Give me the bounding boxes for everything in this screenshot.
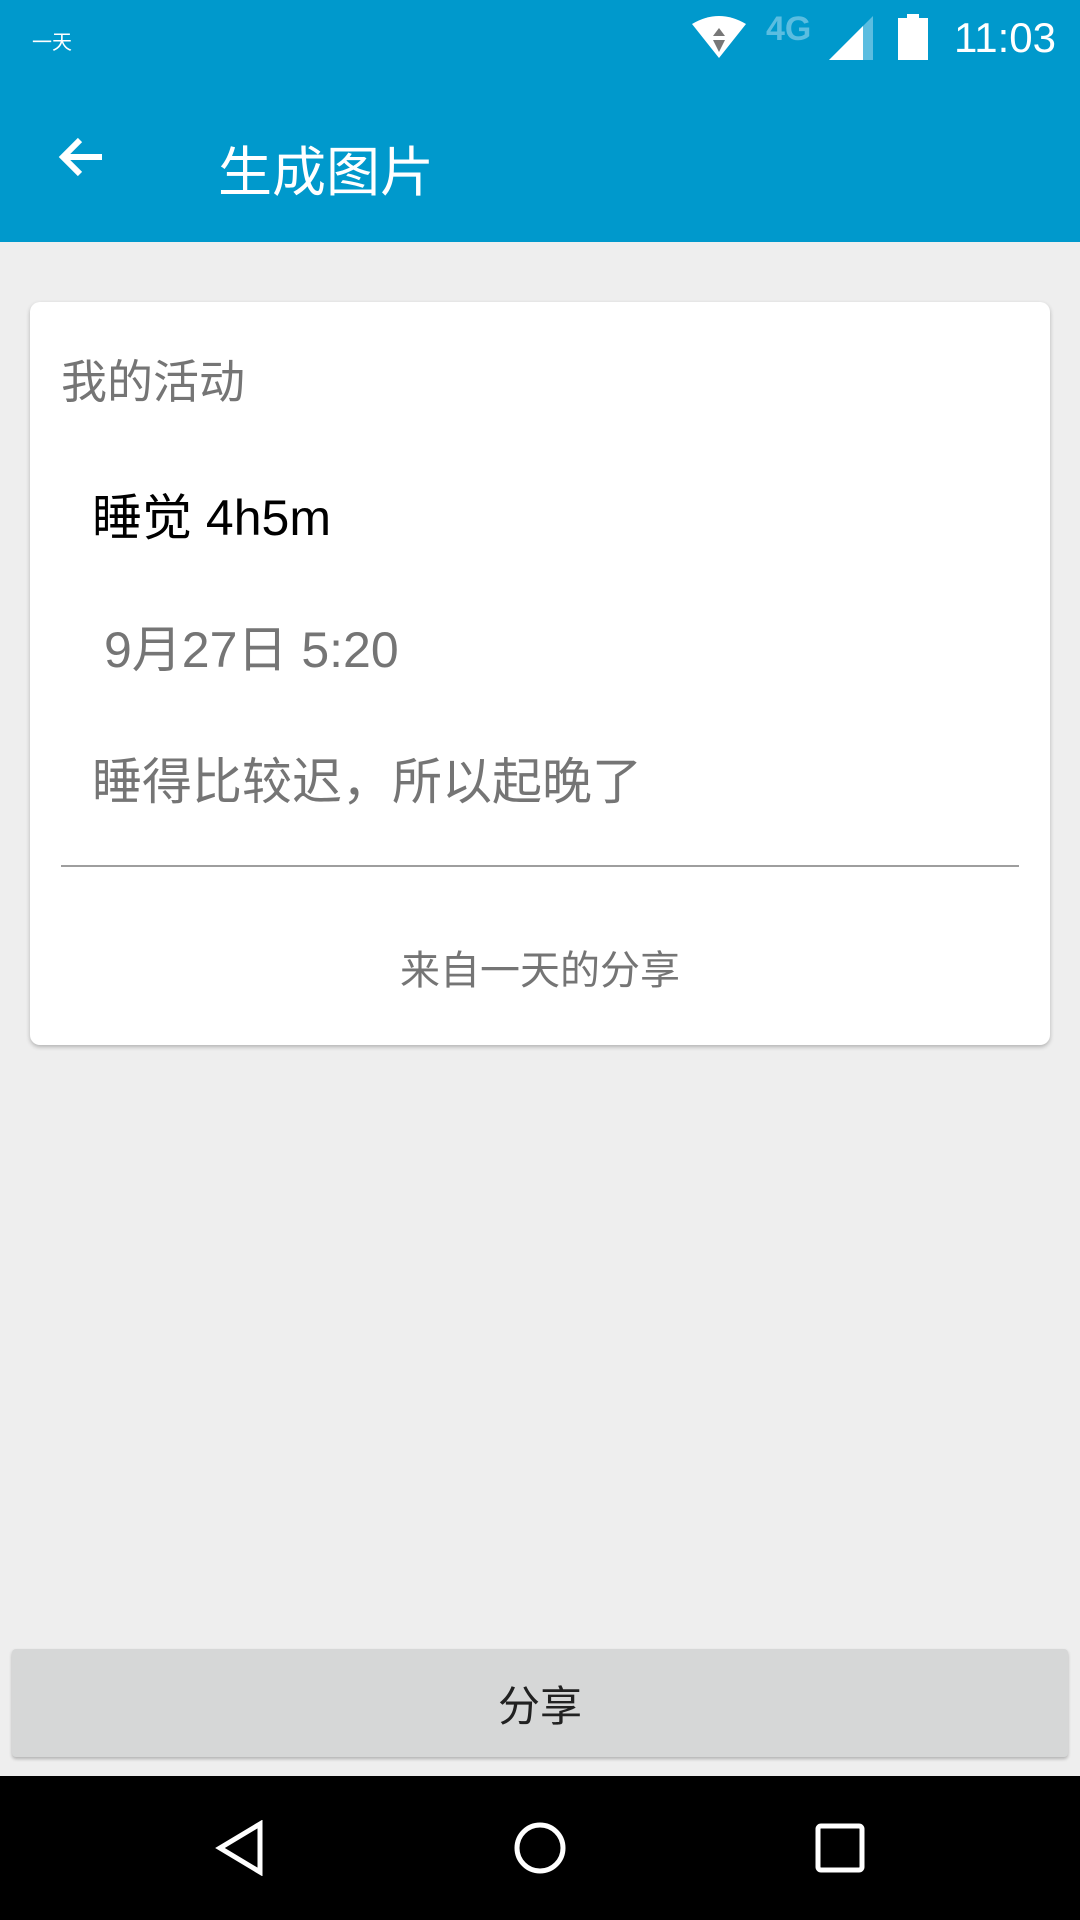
back-nav-icon[interactable] [212,1820,268,1876]
card-footer: 来自一天的分享 [400,949,680,993]
status-bar: 一天 4G 11:03 [0,0,1080,72]
activity-note: 睡得比较迟，所以起晚了 [92,754,642,810]
activity-duration: 睡觉 4h5m [92,490,331,546]
share-button[interactable]: 分享 [12,1649,1068,1757]
activity-date: 9月27日 5:20 [104,622,399,678]
network-type-icon: 4G [766,10,812,48]
navigation-bar [0,1776,1080,1920]
divider [61,865,1019,867]
battery-icon [898,14,928,60]
activity-card: 我的活动 睡觉 4h5m 9月27日 5:20 睡得比较迟，所以起晚了 来自一天… [30,302,1050,1045]
back-arrow-icon[interactable] [52,127,112,187]
card-title: 我的活动 [61,356,245,408]
app-bar: 生成图片 [0,72,1080,242]
status-app-name: 一天 [32,32,72,54]
home-nav-icon[interactable] [512,1820,568,1876]
recents-nav-icon[interactable] [812,1820,868,1876]
status-time: 11:03 [954,14,1056,61]
signal-icon [829,16,873,60]
wifi-icon [692,16,746,58]
page-title: 生成图片 [218,143,434,203]
